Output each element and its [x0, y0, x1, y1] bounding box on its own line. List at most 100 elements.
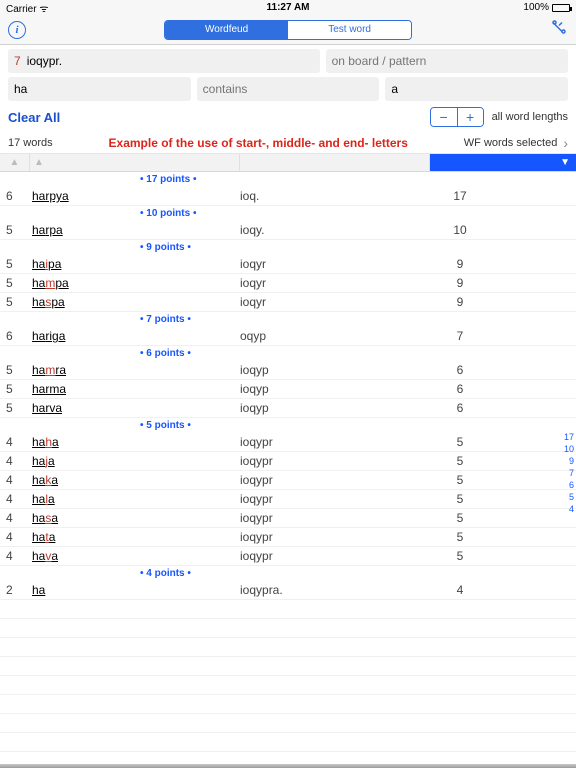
section-index[interactable]: 17 10 9 7 6 5 4: [564, 432, 574, 514]
index-5[interactable]: 5: [564, 492, 574, 502]
rack-input[interactable]: [27, 54, 314, 68]
cell-length: 4: [0, 473, 30, 487]
cell-length: 4: [0, 435, 30, 449]
section-header: • 9 points •: [0, 240, 576, 255]
pattern-input-wrap[interactable]: [326, 49, 568, 73]
stepper-minus[interactable]: −: [431, 108, 457, 126]
cell-word: hamra: [30, 363, 240, 377]
cell-points: 6: [430, 382, 490, 396]
cell-rack: ioq.: [240, 189, 430, 203]
clear-all-button[interactable]: Clear All: [8, 110, 60, 125]
cell-points: 17: [430, 189, 490, 203]
tab-wordfeud[interactable]: Wordfeud: [165, 21, 288, 39]
cell-rack: ioqy.: [240, 223, 430, 237]
cell-word: haka: [30, 473, 240, 487]
table-row[interactable]: 2haioqypra.4: [0, 581, 576, 600]
toolbar: i Wordfeud Test word: [0, 15, 576, 45]
cell-length: 6: [0, 329, 30, 343]
table-row[interactable]: 4hahaioqypr5: [0, 433, 576, 452]
contains-input[interactable]: [203, 82, 374, 96]
empty-row: [0, 676, 576, 695]
status-time: 11:27 AM: [267, 2, 310, 13]
end-input[interactable]: [391, 82, 562, 96]
results-list[interactable]: • 17 points •6harpyaioq.17• 10 points •5…: [0, 172, 576, 768]
cell-rack: ioqyr: [240, 295, 430, 309]
cell-rack: ioqyr: [240, 276, 430, 290]
info-icon[interactable]: i: [8, 21, 26, 39]
example-caption: Example of the use of start-, middle- an…: [53, 136, 464, 150]
empty-row: [0, 638, 576, 657]
battery-indicator: 100%: [523, 2, 570, 13]
settings-icon[interactable]: [550, 18, 568, 41]
controls-row: Clear All − + all word lengths: [0, 105, 576, 133]
table-row[interactable]: 6harigaoqyp7: [0, 327, 576, 346]
end-input-wrap[interactable]: [385, 77, 568, 101]
cell-points: 9: [430, 257, 490, 271]
carrier-label: Carrier: [6, 4, 37, 15]
index-4[interactable]: 4: [564, 504, 574, 514]
start-input[interactable]: [14, 82, 185, 96]
cell-length: 4: [0, 492, 30, 506]
cell-length: 5: [0, 276, 30, 290]
cell-rack: ioqypr: [240, 473, 430, 487]
sort-length[interactable]: ▲: [0, 154, 30, 171]
cell-rack: ioqypr: [240, 435, 430, 449]
index-7[interactable]: 7: [564, 468, 574, 478]
table-row[interactable]: 4havaioqypr5: [0, 547, 576, 566]
sort-points[interactable]: ▼: [430, 154, 576, 171]
table-header: ▲ ▲ ▼: [0, 154, 576, 172]
tab-test-word[interactable]: Test word: [288, 21, 411, 39]
table-row[interactable]: 5haspaioqyr9: [0, 293, 576, 312]
cell-length: 5: [0, 401, 30, 415]
table-row[interactable]: 4hataioqypr5: [0, 528, 576, 547]
battery-pct: 100%: [523, 2, 549, 13]
section-header: • 10 points •: [0, 206, 576, 221]
cell-points: 6: [430, 401, 490, 415]
cell-points: 5: [430, 530, 490, 544]
cell-points: 7: [430, 329, 490, 343]
sort-rack[interactable]: [240, 154, 430, 171]
index-9[interactable]: 9: [564, 456, 574, 466]
cell-length: 4: [0, 549, 30, 563]
cell-rack: ioqyp: [240, 401, 430, 415]
cell-points: 9: [430, 295, 490, 309]
table-row[interactable]: 5harmaioqyp6: [0, 380, 576, 399]
table-row[interactable]: 4hakaioqypr5: [0, 471, 576, 490]
word-count: 17 words: [8, 137, 53, 149]
dict-selector[interactable]: WF words selected ›: [464, 135, 568, 151]
cell-length: 5: [0, 223, 30, 237]
length-stepper[interactable]: − +: [430, 107, 484, 127]
cell-rack: oqyp: [240, 329, 430, 343]
section-header: • 4 points •: [0, 566, 576, 581]
cell-rack: ioqyr: [240, 257, 430, 271]
cell-rack: ioqypra.: [240, 583, 430, 597]
meta-row: 17 words Example of the use of start-, m…: [0, 133, 576, 154]
table-row[interactable]: 5harvaioqyp6: [0, 399, 576, 418]
dict-label: WF words selected: [464, 137, 558, 149]
cell-rack: ioqypr: [240, 492, 430, 506]
sort-word[interactable]: ▲: [30, 154, 240, 171]
cell-word: hava: [30, 549, 240, 563]
index-6[interactable]: 6: [564, 480, 574, 490]
index-10[interactable]: 10: [564, 444, 574, 454]
table-row[interactable]: 6harpyaioq.17: [0, 187, 576, 206]
inputs-row-2: [0, 77, 576, 105]
index-17[interactable]: 17: [564, 432, 574, 442]
table-row[interactable]: 5hamraioqyp6: [0, 361, 576, 380]
table-row[interactable]: 5harpaioqy.10: [0, 221, 576, 240]
table-row[interactable]: 5hampaioqyr9: [0, 274, 576, 293]
rack-input-wrap[interactable]: 7: [8, 49, 320, 73]
section-header: • 7 points •: [0, 312, 576, 327]
cell-length: 4: [0, 454, 30, 468]
contains-input-wrap[interactable]: [197, 77, 380, 101]
cell-word: harpya: [30, 189, 240, 203]
table-row[interactable]: 4halaioqypr5: [0, 490, 576, 509]
cell-points: 5: [430, 492, 490, 506]
table-row[interactable]: 5haipaioqyr9: [0, 255, 576, 274]
table-row[interactable]: 4hasaioqypr5: [0, 509, 576, 528]
pattern-input[interactable]: [332, 54, 562, 68]
table-row[interactable]: 4hajaioqypr5: [0, 452, 576, 471]
start-input-wrap[interactable]: [8, 77, 191, 101]
stepper-plus[interactable]: +: [457, 108, 483, 126]
mode-segmented-control[interactable]: Wordfeud Test word: [164, 20, 412, 40]
